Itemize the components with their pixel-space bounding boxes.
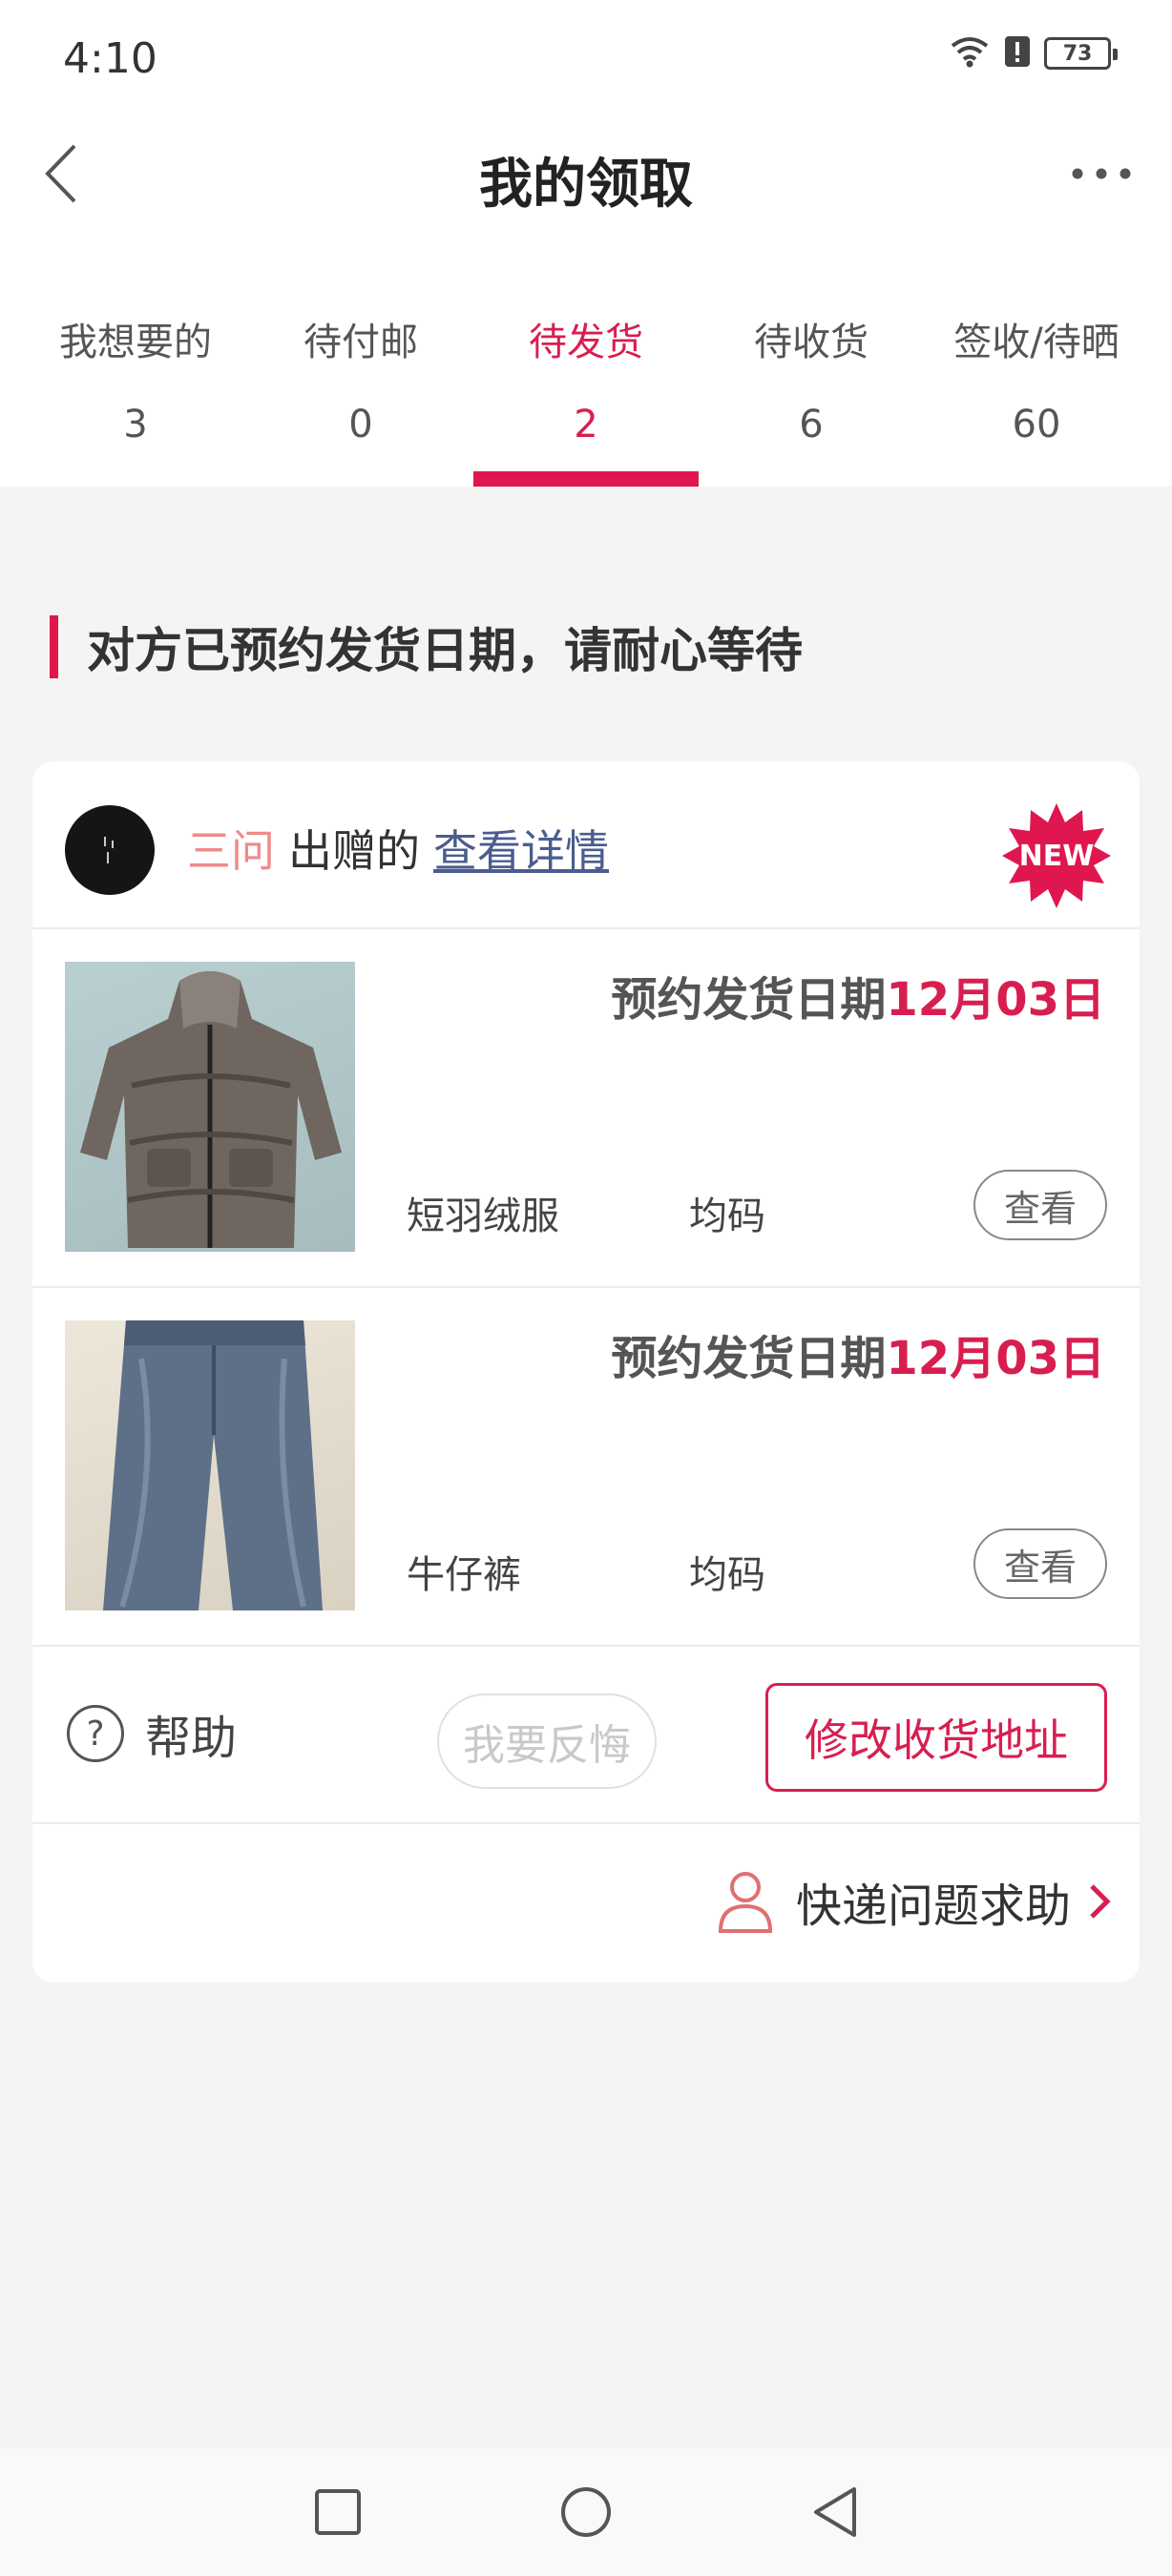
status-icons: 73 (949, 34, 1118, 73)
ship-date-label: 预约发货日期 (611, 973, 887, 1027)
jeans-photo[interactable] (65, 1320, 355, 1610)
tab-pending-shipment[interactable]: 待发货 2 (473, 239, 699, 487)
help-label: 帮助 (145, 1712, 238, 1765)
more-button[interactable] (1054, 135, 1149, 212)
tab-received[interactable]: 签收/待晒 60 (924, 239, 1149, 487)
tab-label: 待收货 (754, 321, 869, 364)
tab-wanted[interactable]: 我想要的 3 (23, 239, 248, 487)
more-dots-icon (1072, 168, 1131, 179)
avatar[interactable] (65, 805, 155, 895)
card-actions: ? 帮助 我要反悔 修改收货地址 (32, 1647, 1140, 1824)
list-item: 预约发货日期12月03日 短羽绒服 均码 查看 (32, 929, 1140, 1288)
card-header: 三问 出赠的 查看详情 NEW (32, 761, 1140, 929)
header: 我的领取 (0, 114, 1172, 239)
ship-date-label: 预约发货日期 (611, 1332, 887, 1385)
tab-label: 待付邮 (303, 321, 418, 364)
view-details-link[interactable]: 查看详情 (433, 817, 609, 880)
section-heading-text: 对方已预约发货日期，请耐心等待 (87, 623, 803, 678)
home-button[interactable] (548, 2474, 624, 2550)
change-address-button[interactable]: 修改收货地址 (765, 1683, 1107, 1792)
tab-count: 6 (799, 403, 824, 447)
chevron-right-icon (1090, 1884, 1111, 1919)
ship-date-line: 预约发货日期12月03日 (611, 962, 1105, 1028)
tab-count: 3 (123, 403, 148, 447)
square-icon (315, 2489, 361, 2535)
giver-line: 三问 出赠的 查看详情 (187, 817, 609, 880)
tab-pending-postage[interactable]: 待付邮 0 (248, 239, 473, 487)
jacket-photo[interactable] (65, 962, 355, 1252)
tab-count: 0 (348, 403, 373, 447)
section-heading: 对方已预约发货日期，请耐心等待 (50, 613, 803, 681)
tab-count: 60 (1012, 403, 1061, 447)
ship-date-line: 预约发货日期12月03日 (611, 1320, 1105, 1387)
status-time: 4:10 (63, 34, 157, 83)
tab-label: 待发货 (529, 321, 643, 364)
item-name: 牛仔裤 (407, 1553, 521, 1597)
system-nav-bar (0, 2448, 1172, 2576)
item-size: 均码 (689, 1195, 765, 1238)
status-bar: 4:10 73 (0, 0, 1172, 114)
giver-name[interactable]: 三问 (187, 817, 275, 880)
express-help-label: 快递问题求助 (795, 1880, 1071, 1933)
battery-icon: 73 (1044, 37, 1118, 70)
regret-button[interactable]: 我要反悔 (437, 1693, 657, 1789)
wifi-icon (949, 34, 991, 73)
question-icon: ? (67, 1705, 124, 1762)
avatar-mark-icon (104, 837, 114, 863)
help-button[interactable]: ? 帮助 (67, 1700, 237, 1767)
alert-icon (1004, 34, 1031, 73)
section-accent-bar (50, 615, 58, 678)
express-help-link[interactable]: 快递问题求助 (718, 1868, 1111, 1935)
back-nav-button[interactable] (796, 2474, 872, 2550)
screen: 4:10 73 我的领取 我想要的 3 待付邮 0 待发货 2 待收货 6 签收… (0, 0, 1172, 2576)
view-item-button[interactable]: 查看 (973, 1528, 1107, 1599)
status-tabs: 我想要的 3 待付邮 0 待发货 2 待收货 6 签收/待晒 60 (0, 239, 1172, 487)
list-item: 预约发货日期12月03日 牛仔裤 均码 查看 (32, 1288, 1140, 1647)
tab-label: 签收/待晒 (953, 321, 1120, 364)
ship-date-value: 12月03日 (886, 973, 1105, 1027)
order-card: 三问 出赠的 查看详情 NEW 预约发货日期12月03日 短羽绒服 均码 查看 … (32, 761, 1140, 1983)
ship-date-value: 12月03日 (886, 1332, 1105, 1385)
recent-apps-button[interactable] (300, 2474, 376, 2550)
new-badge: NEW (1002, 801, 1111, 910)
triangle-back-icon (814, 2487, 856, 2537)
new-badge-label: NEW (1018, 839, 1095, 873)
person-icon (718, 1872, 772, 1933)
tab-pending-receipt[interactable]: 待收货 6 (699, 239, 924, 487)
tab-count: 2 (574, 403, 598, 447)
circle-icon (561, 2487, 611, 2537)
giver-action: 出赠的 (288, 825, 420, 877)
item-name: 短羽绒服 (407, 1195, 559, 1238)
view-item-button[interactable]: 查看 (973, 1170, 1107, 1240)
item-size: 均码 (689, 1553, 765, 1597)
tab-underline (473, 471, 699, 487)
tab-label: 我想要的 (59, 321, 212, 364)
page-title: 我的领取 (479, 154, 693, 216)
